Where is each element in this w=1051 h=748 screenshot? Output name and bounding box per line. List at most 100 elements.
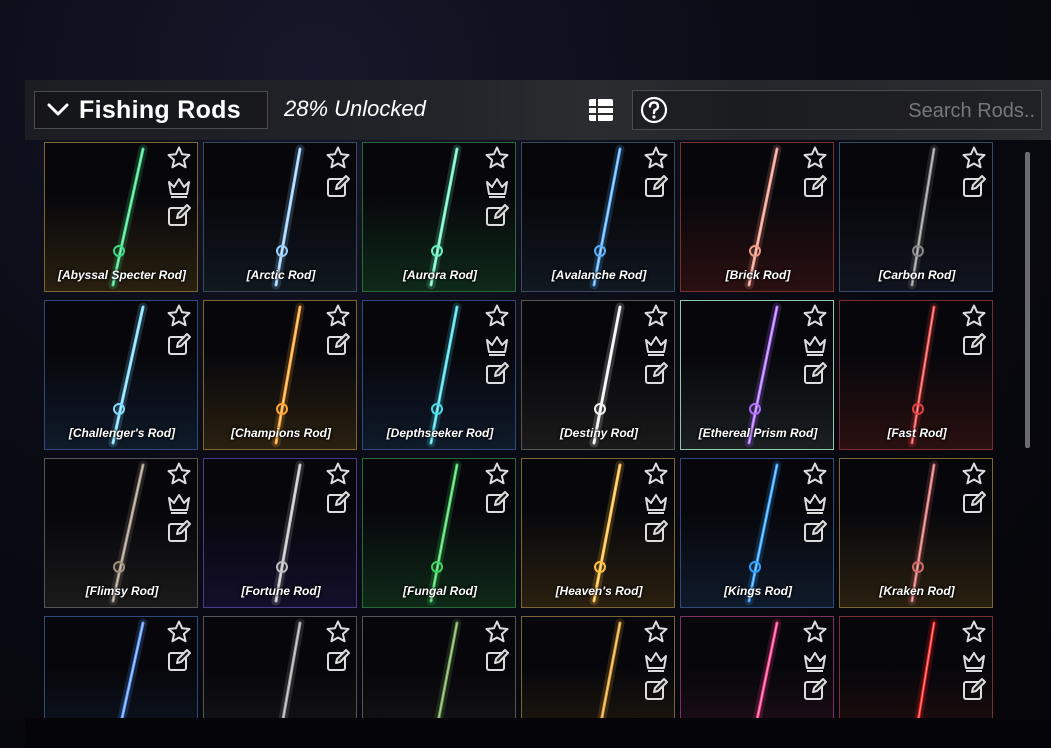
rod-card[interactable]: [Fortune Rod] [203,458,357,608]
help-icon[interactable] [640,96,668,124]
rod-card[interactable] [839,616,993,718]
edit-icon[interactable] [961,332,987,358]
search-input[interactable] [677,95,1037,127]
edit-icon[interactable] [484,490,510,516]
favorite-star-icon[interactable] [802,303,828,329]
edit-icon[interactable] [484,648,510,674]
crown-icon[interactable] [643,648,669,674]
crown-icon[interactable] [802,332,828,358]
rod-card[interactable] [521,616,675,718]
rod-card[interactable]: [Aurora Rod] [362,142,516,292]
crown-icon[interactable] [802,490,828,516]
crown-icon[interactable] [166,490,192,516]
rod-card[interactable]: [Carbon Rod] [839,142,993,292]
favorite-star-icon[interactable] [961,461,987,487]
rod-card[interactable]: [Flimsy Rod] [44,458,198,608]
edit-icon[interactable] [325,332,351,358]
edit-icon[interactable] [325,174,351,200]
favorite-star-icon[interactable] [643,303,669,329]
edit-icon[interactable] [643,677,669,703]
crown-icon[interactable] [643,332,669,358]
edit-icon[interactable] [166,648,192,674]
rod-actions [164,145,194,232]
favorite-star-icon[interactable] [961,145,987,171]
crown-icon[interactable] [643,490,669,516]
rod-name: [Champions Rod] [231,426,331,440]
rod-name: [Flimsy Rod] [85,584,159,598]
rod-actions [641,145,671,203]
rod-name: [Carbon Rod] [878,268,956,282]
edit-icon[interactable] [643,361,669,387]
rod-card[interactable]: [Champions Rod] [203,300,357,450]
rod-actions [323,619,353,677]
favorite-star-icon[interactable] [643,619,669,645]
edit-icon[interactable] [484,361,510,387]
favorite-star-icon[interactable] [166,145,192,171]
edit-icon[interactable] [802,174,828,200]
rod-actions [323,303,353,361]
edit-icon[interactable] [961,677,987,703]
favorite-star-icon[interactable] [325,619,351,645]
crown-icon[interactable] [484,332,510,358]
rod-actions [641,303,671,390]
favorite-star-icon[interactable] [643,461,669,487]
favorite-star-icon[interactable] [325,461,351,487]
crown-icon[interactable] [802,648,828,674]
favorite-star-icon[interactable] [325,303,351,329]
rod-card[interactable]: [Destiny Rod] [521,300,675,450]
rod-card[interactable]: [Arctic Rod] [203,142,357,292]
edit-icon[interactable] [961,490,987,516]
rod-card[interactable]: [Abyssal Specter Rod] [44,142,198,292]
rod-card[interactable]: [Depthseeker Rod] [362,300,516,450]
favorite-star-icon[interactable] [802,145,828,171]
favorite-star-icon[interactable] [484,303,510,329]
rod-card[interactable] [680,616,834,718]
list-view-icon[interactable] [588,97,614,123]
favorite-star-icon[interactable] [166,619,192,645]
edit-icon[interactable] [802,677,828,703]
rod-card[interactable]: [Avalanche Rod] [521,142,675,292]
edit-icon[interactable] [325,490,351,516]
scrollbar[interactable] [1025,152,1030,448]
edit-icon[interactable] [643,519,669,545]
favorite-star-icon[interactable] [325,145,351,171]
edit-icon[interactable] [325,648,351,674]
rod-card[interactable] [44,616,198,718]
rod-actions [959,461,989,519]
rod-card[interactable]: [Brick Rod] [680,142,834,292]
favorite-star-icon[interactable] [802,619,828,645]
edit-icon[interactable] [166,332,192,358]
favorite-star-icon[interactable] [484,145,510,171]
edit-icon[interactable] [166,519,192,545]
rod-card[interactable]: [Kings Rod] [680,458,834,608]
rod-card[interactable]: [Fast Rod] [839,300,993,450]
favorite-star-icon[interactable] [166,461,192,487]
edit-icon[interactable] [961,174,987,200]
edit-icon[interactable] [802,361,828,387]
favorite-star-icon[interactable] [961,303,987,329]
rod-card[interactable] [203,616,357,718]
rod-card[interactable] [362,616,516,718]
rod-card[interactable]: [Heaven's Rod] [521,458,675,608]
favorite-star-icon[interactable] [484,619,510,645]
edit-icon[interactable] [484,203,510,229]
rod-name: [Destiny Rod] [560,426,638,440]
edit-icon[interactable] [166,203,192,229]
crown-icon[interactable] [166,174,192,200]
favorite-star-icon[interactable] [484,461,510,487]
edit-icon[interactable] [643,174,669,200]
crown-icon[interactable] [961,648,987,674]
favorite-star-icon[interactable] [166,303,192,329]
favorite-star-icon[interactable] [643,145,669,171]
rod-card[interactable]: [Ethereal Prism Rod] [680,300,834,450]
rod-actions [482,303,512,390]
favorite-star-icon[interactable] [961,619,987,645]
favorite-star-icon[interactable] [802,461,828,487]
rod-card[interactable]: [Fungal Rod] [362,458,516,608]
edit-icon[interactable] [802,519,828,545]
rod-actions [164,619,194,677]
rod-card[interactable]: [Kraken Rod] [839,458,993,608]
rod-card[interactable]: [Challenger's Rod] [44,300,198,450]
category-dropdown[interactable]: Fishing Rods [34,91,268,129]
crown-icon[interactable] [484,174,510,200]
